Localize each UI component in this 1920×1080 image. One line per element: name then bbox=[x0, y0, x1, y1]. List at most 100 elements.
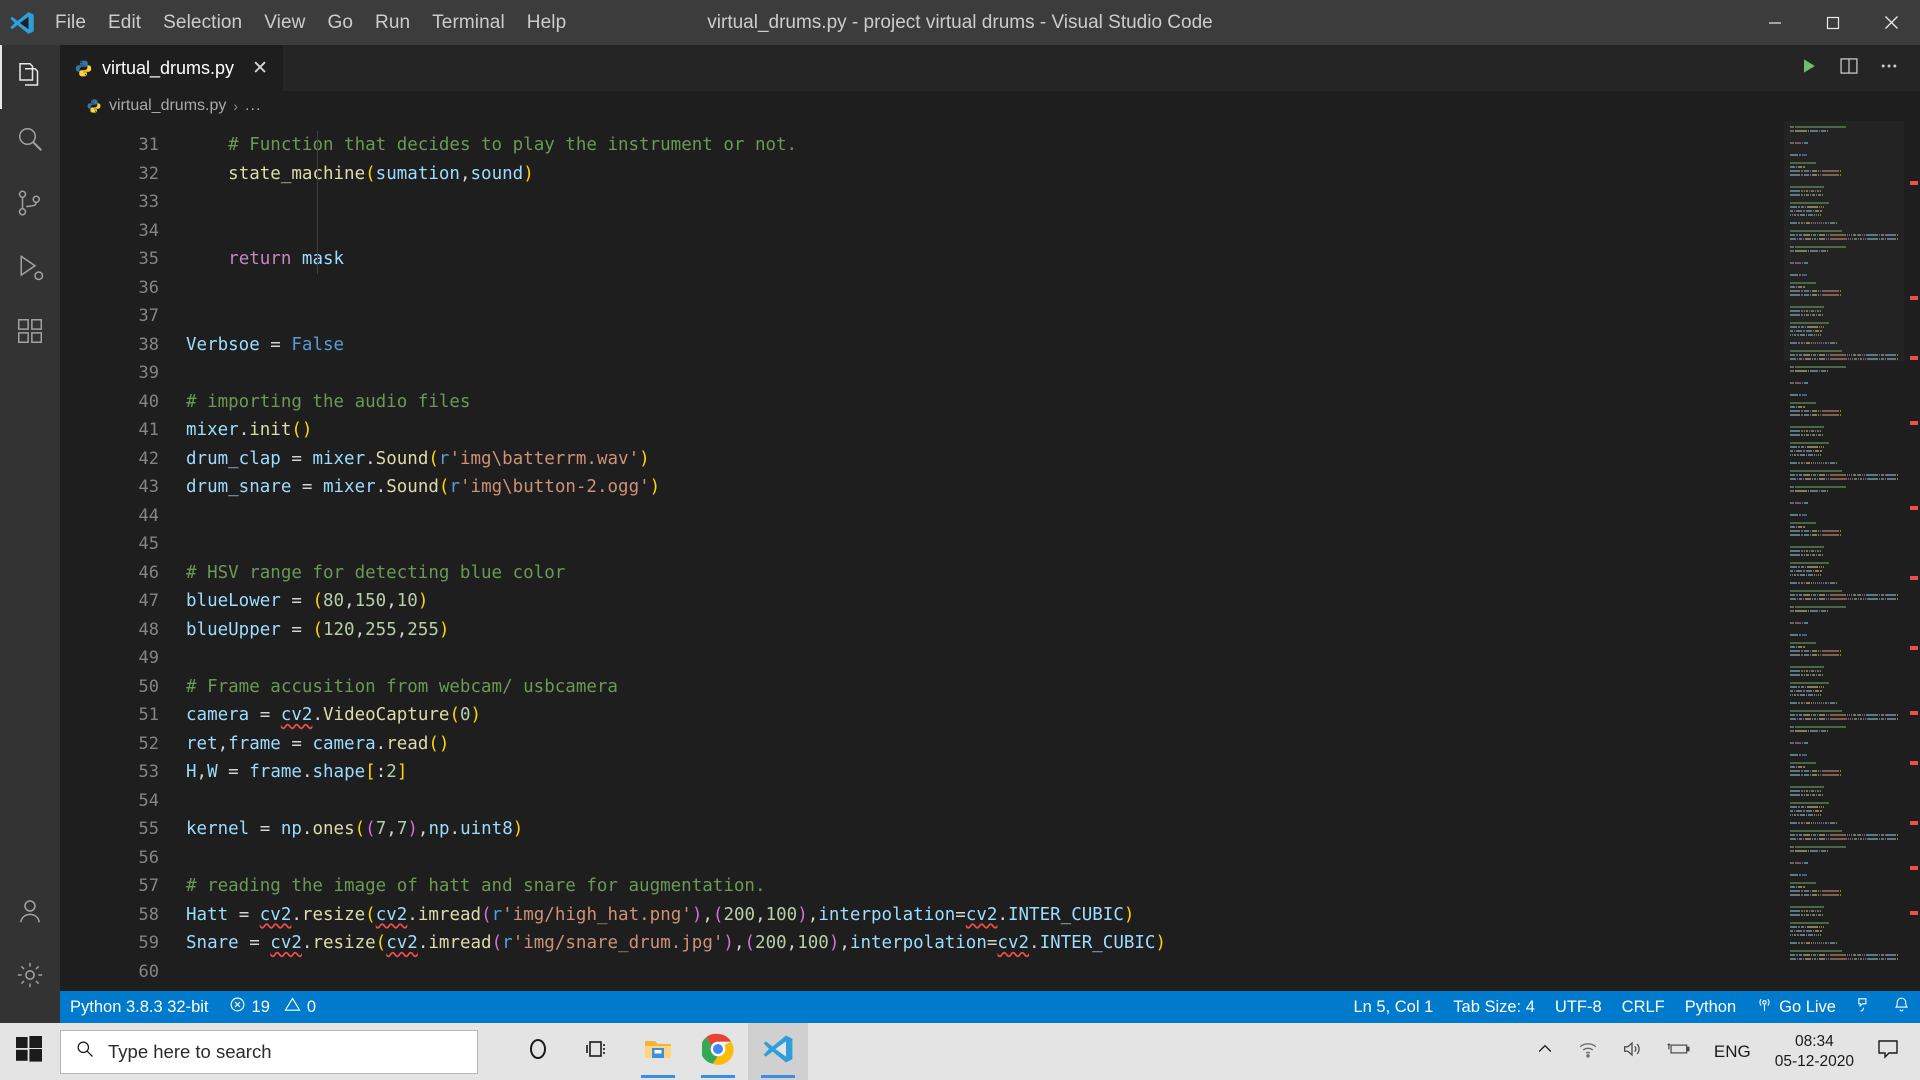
code-line-text[interactable]: ret,frame = camera.read() bbox=[186, 730, 449, 759]
minimap-token bbox=[1818, 674, 1821, 676]
code-editor[interactable]: 3031 # Function that decides to play the… bbox=[60, 121, 1920, 991]
status-python-interpreter[interactable]: Python 3.8.3 32-bit bbox=[60, 991, 219, 1023]
taskbar-google-chrome-button[interactable] bbox=[688, 1023, 748, 1080]
status-tab-size[interactable]: Tab Size: 4 bbox=[1443, 991, 1545, 1023]
code-line-text[interactable]: blueLower = (80,150,10) bbox=[186, 587, 428, 616]
status-notifications[interactable] bbox=[1883, 991, 1920, 1023]
minimap-line bbox=[1790, 421, 1898, 424]
run-python-file-button[interactable] bbox=[1792, 51, 1826, 85]
minimize-button[interactable] bbox=[1746, 0, 1804, 45]
code-line-text[interactable]: state_machine(sumation,sound) bbox=[186, 159, 534, 188]
volume-button[interactable] bbox=[1610, 1023, 1654, 1080]
activity-bar-item-accounts[interactable] bbox=[0, 881, 60, 945]
activity-bar-item-search[interactable] bbox=[0, 109, 60, 173]
taskbar-cortana-button[interactable] bbox=[508, 1023, 568, 1080]
minimap-token bbox=[1804, 670, 1805, 672]
taskbar-visual-studio-code-button[interactable] bbox=[748, 1023, 808, 1080]
code-line-text[interactable]: # importing the audio files bbox=[186, 388, 470, 417]
tab-close-icon[interactable]: ✕ bbox=[250, 59, 270, 78]
minimap-token bbox=[1790, 790, 1800, 792]
tab-virtual-drums-py[interactable]: virtual_drums.py ✕ bbox=[60, 45, 285, 91]
breadcrumb-dots[interactable]: ... bbox=[245, 97, 261, 115]
menu-item-terminal[interactable]: Terminal bbox=[421, 0, 516, 45]
clock[interactable]: 08:34 05-12-2020 bbox=[1763, 1023, 1866, 1080]
status-go-live[interactable]: Go Live bbox=[1746, 991, 1846, 1023]
code-line-text[interactable]: mixer.init() bbox=[186, 416, 312, 445]
minimap-token bbox=[1790, 742, 1794, 744]
menu-item-selection[interactable]: Selection bbox=[152, 0, 253, 45]
minimap-token bbox=[1858, 834, 1862, 836]
status-cursor-position[interactable]: Ln 5, Col 1 bbox=[1343, 991, 1443, 1023]
code-line-text[interactable]: # reading the image of hatt and snare fo… bbox=[186, 872, 765, 901]
windows-start-button[interactable] bbox=[0, 1023, 58, 1080]
taskbar-file-explorer-button[interactable] bbox=[628, 1023, 688, 1080]
code-line-text[interactable]: camera = cv2.VideoCapture(0) bbox=[186, 701, 481, 730]
minimap-token bbox=[1812, 434, 1815, 436]
activity-bar-item-explorer[interactable] bbox=[0, 45, 60, 109]
minimap-line bbox=[1790, 905, 1898, 908]
code-lines: 3031 # Function that decides to play the… bbox=[60, 121, 1920, 991]
minimap-token bbox=[1808, 694, 1813, 696]
network-button[interactable] bbox=[1566, 1023, 1610, 1080]
minimap-token bbox=[1819, 370, 1820, 372]
maximize-button[interactable] bbox=[1804, 0, 1862, 45]
code-line-text[interactable]: drum_clap = mixer.Sound(r'img\batterrm.w… bbox=[186, 445, 650, 474]
minimap[interactable] bbox=[1784, 121, 1904, 991]
code-line-text[interactable]: Verbsoe = False bbox=[186, 331, 344, 360]
code-line-text[interactable]: blueUpper = (120,255,255) bbox=[186, 616, 449, 645]
minimap-token bbox=[1798, 942, 1800, 944]
code-line-text[interactable]: # Frame accusition from webcam/ usbcamer… bbox=[186, 673, 618, 702]
code-line-text[interactable]: Snare = cv2.resize(cv2.imread(r'img/snar… bbox=[186, 929, 1166, 958]
code-line-text[interactable]: # Function that decides to play the inst… bbox=[186, 131, 797, 160]
status-encoding[interactable]: UTF-8 bbox=[1545, 991, 1612, 1023]
close-button[interactable] bbox=[1862, 0, 1920, 45]
minimap-token bbox=[1818, 890, 1819, 892]
activity-bar-item-extensions[interactable] bbox=[0, 301, 60, 365]
minimap-line bbox=[1790, 561, 1898, 564]
code-line-text[interactable]: drum_snare = mixer.Sound(r'img\button-2.… bbox=[186, 473, 660, 502]
code-line-text[interactable]: # HSV range for detecting blue color bbox=[186, 559, 565, 588]
minimap-token bbox=[1810, 850, 1818, 852]
code-line-text[interactable]: H,W = frame.shape[:2] bbox=[186, 758, 407, 787]
menu-item-go[interactable]: Go bbox=[316, 0, 364, 45]
battery-button[interactable] bbox=[1654, 1023, 1702, 1080]
more-actions-button[interactable] bbox=[1872, 51, 1906, 85]
menu-item-run[interactable]: Run bbox=[364, 0, 421, 45]
taskbar-search-box[interactable]: Type here to search bbox=[60, 1029, 478, 1074]
menu-item-view[interactable]: View bbox=[253, 0, 316, 45]
minimap-token bbox=[1884, 954, 1886, 956]
language-indicator[interactable]: ENG bbox=[1702, 1042, 1763, 1062]
minimap-line bbox=[1790, 765, 1898, 768]
status-problems[interactable]: 19 0 bbox=[219, 991, 327, 1023]
breadcrumb-file[interactable]: virtual_drums.py bbox=[109, 97, 226, 115]
menu-item-file[interactable]: File bbox=[44, 0, 97, 45]
activity-bar-item-source-control[interactable] bbox=[0, 173, 60, 237]
minimap-token bbox=[1790, 702, 1797, 704]
minimap-line bbox=[1790, 813, 1898, 816]
editor-vertical-scrollbar[interactable] bbox=[1904, 121, 1920, 991]
action-center-button[interactable] bbox=[1866, 1023, 1914, 1080]
minimap-slider[interactable] bbox=[1784, 121, 1904, 361]
code-line-text[interactable]: Hatt = cv2.resize(cv2.imread(r'img/high_… bbox=[186, 901, 1134, 930]
code-line-text[interactable]: return mask bbox=[186, 245, 344, 274]
status-language-mode[interactable]: Python bbox=[1675, 991, 1746, 1023]
minimap-token bbox=[1790, 934, 1791, 936]
minimap-line bbox=[1790, 617, 1898, 620]
minimap-token bbox=[1803, 450, 1805, 452]
minimap-line bbox=[1790, 881, 1898, 884]
code-token: 0 bbox=[459, 705, 471, 725]
menu-item-help[interactable]: Help bbox=[516, 0, 577, 45]
taskbar-task-view-button[interactable] bbox=[568, 1023, 628, 1080]
split-editor-button[interactable] bbox=[1832, 51, 1866, 85]
minimap-token bbox=[1822, 770, 1839, 772]
menu-item-edit[interactable]: Edit bbox=[97, 0, 152, 45]
minimap-token bbox=[1850, 474, 1852, 476]
show-hidden-icons-button[interactable] bbox=[1524, 1023, 1566, 1080]
activity-bar-item-manage[interactable] bbox=[0, 945, 60, 1009]
status-live-share[interactable] bbox=[1846, 991, 1883, 1023]
code-line-text[interactable]: kernel = np.ones((7,7),np.uint8) bbox=[186, 815, 523, 844]
status-eol[interactable]: CRLF bbox=[1612, 991, 1675, 1023]
code-token: interpolation bbox=[849, 933, 987, 953]
scrollbar-error-marker bbox=[1910, 296, 1918, 300]
activity-bar-item-run-and-debug[interactable] bbox=[0, 237, 60, 301]
